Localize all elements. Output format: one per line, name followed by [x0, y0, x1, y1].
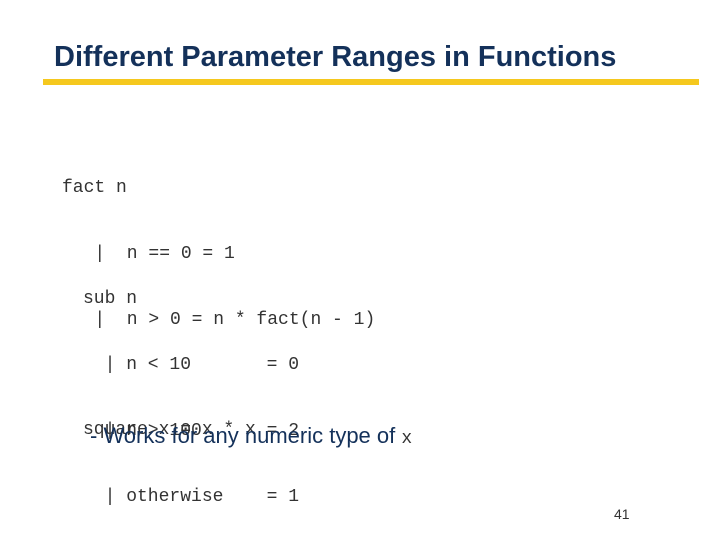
code-line: | otherwise = 1 — [83, 487, 300, 507]
bullet-point: - Works for any numeric type of x — [90, 423, 412, 449]
bullet-text: - Works for any numeric type of — [90, 423, 402, 448]
code-line: sub n — [83, 289, 138, 309]
bullet-code: x — [401, 429, 413, 449]
code-line: fact n — [62, 178, 127, 198]
slide-title: Different Parameter Ranges in Functions — [54, 41, 617, 73]
page-number: 41 — [614, 506, 630, 522]
code-line: | n < 10 = 0 — [83, 355, 300, 375]
title-underline — [43, 79, 699, 85]
